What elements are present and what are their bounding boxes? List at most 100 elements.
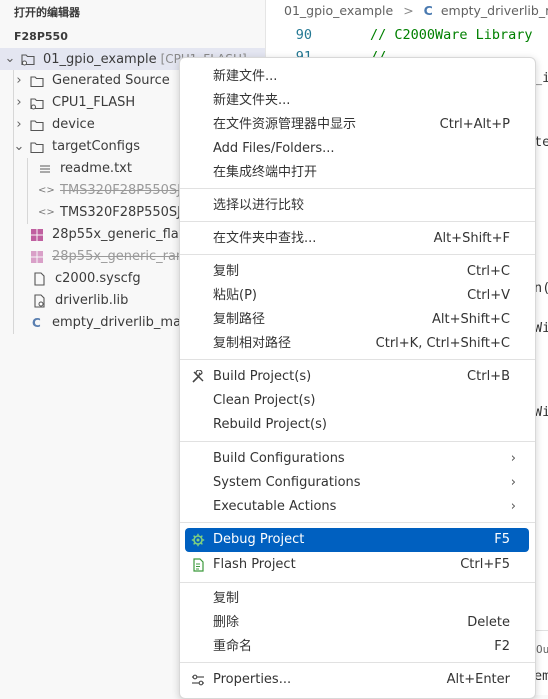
menu-item-paste[interactable]: 粘贴(P) Ctrl+V — [185, 284, 529, 308]
chevron-right-icon: › — [16, 95, 22, 110]
code-fragment: Wir — [534, 404, 548, 420]
menu-separator — [180, 359, 535, 360]
xml-file-icon: <> — [38, 207, 55, 218]
menu-item-shortcut: Ctrl+B — [467, 369, 510, 384]
text-file-icon — [40, 165, 50, 173]
menu-separator — [180, 662, 535, 663]
breadcrumb: 01_gpio_example > C empty_driverlib_main… — [266, 0, 548, 22]
menu-item-label: 复制路径 — [213, 312, 266, 327]
menu-item-delete[interactable]: 删除 Delete — [185, 611, 529, 635]
menu-item-system-configurations[interactable]: System Configurations › — [185, 471, 529, 495]
panel-divider — [535, 630, 548, 631]
c-file-icon: C — [423, 3, 433, 18]
tree-item-label: readme.txt — [60, 161, 132, 176]
menu-item-flash-project[interactable]: Flash Project Ctrl+F5 — [185, 553, 529, 577]
code-text: // C2000Ware Library — [370, 27, 533, 43]
panel-tab-fragment: Out — [536, 643, 548, 656]
menu-item-build-projects[interactable]: Build Project(s) Ctrl+B — [185, 365, 529, 389]
menu-item-label: 复制相对路径 — [213, 336, 292, 351]
menu-item-label: 选择以进行比较 — [213, 198, 305, 213]
menu-item-label: Debug Project — [213, 532, 305, 547]
chevron-down-icon: ⌄ — [13, 139, 25, 154]
menu-item-label: 新建文件... — [213, 69, 278, 84]
project-folder-icon — [21, 54, 35, 66]
chevron-right-icon: › — [510, 499, 516, 514]
menu-separator — [180, 522, 535, 523]
menu-item-new-file[interactable]: 新建文件... — [185, 65, 529, 89]
menu-item-label: 在文件夹中查找... — [213, 231, 317, 246]
menu-item-label: 在集成终端中打开 — [213, 165, 318, 180]
menu-item-label: Build Project(s) — [213, 369, 312, 384]
menu-item-label: System Configurations — [213, 475, 361, 490]
chevron-down-icon: ⌄ — [4, 51, 16, 66]
folder-open-icon — [30, 142, 44, 154]
menu-item-label: Clean Project(s) — [213, 393, 316, 408]
menu-item-rebuild-projects[interactable]: Rebuild Project(s) — [185, 413, 529, 437]
menu-item-label: 删除 — [213, 615, 240, 630]
tree-item-label: targetConfigs — [52, 139, 141, 154]
menu-item-build-configurations[interactable]: Build Configurations › — [185, 447, 529, 471]
folder-icon — [30, 120, 44, 132]
menu-item-properties[interactable]: Properties... Alt+Enter — [185, 668, 529, 692]
wrench-screwdriver-icon — [192, 370, 204, 383]
menu-item-label: 复制 — [213, 264, 240, 279]
menu-item-shortcut: Ctrl+F5 — [460, 557, 510, 572]
menu-item-shortcut: Ctrl+C — [466, 264, 510, 279]
menu-item-shortcut: Ctrl+V — [467, 288, 510, 303]
menu-item-shortcut: Alt+Shift+F — [433, 231, 510, 246]
code-line[interactable]: 90 // C2000Ware Library — [266, 24, 548, 46]
build-folder-icon — [30, 98, 44, 110]
menu-item-find-in-folder[interactable]: 在文件夹中查找... Alt+Shift+F — [185, 227, 529, 251]
menu-item-label: 重命名 — [213, 639, 253, 654]
menu-item-executable-actions[interactable]: Executable Actions › — [185, 495, 529, 519]
menu-item-copy[interactable]: 复制 Ctrl+C — [185, 260, 529, 284]
menu-item-new-folder[interactable]: 新建文件夹... — [185, 89, 529, 113]
breadcrumb-folder[interactable]: 01_gpio_example — [284, 3, 393, 18]
chevron-right-icon: › — [16, 117, 22, 132]
menu-item-shortcut: Alt+Shift+C — [431, 312, 510, 327]
flash-file-icon — [193, 558, 204, 572]
tree-item-label: c2000.syscfg — [55, 271, 141, 286]
menu-item-debug-project[interactable]: Debug Project F5 — [185, 528, 529, 552]
xml-file-icon: <> — [38, 185, 55, 196]
menu-item-duplicate[interactable]: 复制 — [185, 587, 529, 611]
line-number: 90 — [295, 27, 312, 43]
code-fragment: emp — [534, 668, 548, 684]
debug-gear-icon — [191, 533, 205, 547]
file-icon — [34, 272, 45, 286]
open-editors-header[interactable]: 打开的编辑器 — [0, 2, 80, 24]
menu-item-label: Flash Project — [213, 557, 296, 572]
menu-item-copy-relative-path[interactable]: 复制相对路径 Ctrl+K, Ctrl+Shift+C — [185, 332, 529, 356]
menu-item-label: Rebuild Project(s) — [213, 417, 327, 432]
code-fragment: te — [534, 134, 548, 150]
menu-item-select-for-compare[interactable]: 选择以进行比较 — [185, 194, 529, 218]
menu-item-shortcut: Alt+Enter — [446, 672, 510, 687]
menu-separator — [180, 221, 535, 222]
menu-item-add-files-folders[interactable]: Add Files/Folders... — [185, 137, 529, 161]
code-fragment: _i — [534, 70, 548, 86]
menu-separator — [180, 254, 535, 255]
breadcrumb-file[interactable]: empty_driverlib_main.c — [441, 3, 548, 18]
menu-item-label: 粘贴(P) — [213, 288, 257, 303]
library-file-icon — [34, 294, 45, 308]
menu-item-label: Add Files/Folders... — [213, 141, 335, 156]
menu-item-label: 复制 — [213, 591, 240, 606]
tree-item-label: CPU1_FLASH — [52, 95, 136, 110]
menu-item-copy-path[interactable]: 复制路径 Alt+Shift+C — [185, 308, 529, 332]
workspace-header[interactable]: F28P550 — [0, 26, 68, 48]
menu-item-label: Executable Actions — [213, 499, 337, 514]
menu-item-rename[interactable]: 重命名 F2 — [185, 635, 529, 659]
breadcrumb-separator: > — [403, 3, 414, 18]
c-file-icon: C — [32, 316, 41, 330]
menu-item-label: Properties... — [213, 672, 292, 687]
linker-cmd-icon — [31, 229, 43, 241]
tree-item-label: device — [52, 117, 95, 132]
menu-item-shortcut: Delete — [467, 615, 510, 630]
menu-item-clean-projects[interactable]: Clean Project(s) — [185, 389, 529, 413]
menu-item-label: 在文件资源管理器中显示 — [213, 117, 357, 132]
menu-separator — [180, 441, 535, 442]
menu-item-label: Build Configurations — [213, 451, 345, 466]
menu-item-open-in-terminal[interactable]: 在集成终端中打开 — [185, 161, 529, 185]
chevron-right-icon: › — [510, 451, 516, 466]
menu-item-reveal-in-explorer[interactable]: 在文件资源管理器中显示 Ctrl+Alt+P — [185, 113, 529, 137]
